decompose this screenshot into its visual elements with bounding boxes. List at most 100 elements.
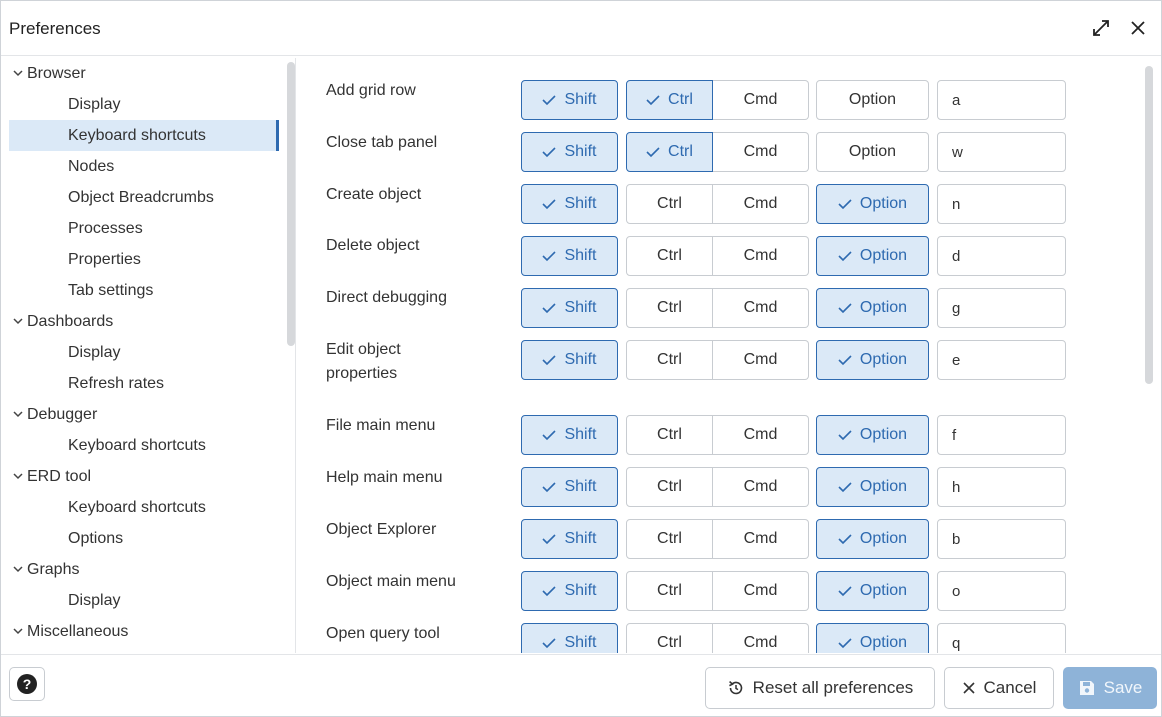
shortcut-label: Add grid row	[326, 82, 416, 99]
tree-group[interactable]: ERD tool	[9, 461, 279, 492]
reset-all-preferences-button[interactable]: Reset all preferences	[705, 667, 935, 709]
ctrl-toggle[interactable]: Ctrl	[626, 415, 713, 455]
tree-item-label: Keyboard shortcuts	[68, 498, 206, 516]
tree-item[interactable]: Keyboard shortcuts	[9, 492, 279, 523]
shortcut-key-input[interactable]: a	[937, 80, 1066, 120]
cmd-toggle[interactable]: Cmd	[713, 623, 809, 653]
save-button[interactable]: Save	[1063, 667, 1157, 709]
tree-group[interactable]: Debugger	[9, 399, 279, 430]
shift-toggle[interactable]: Shift	[521, 623, 618, 653]
shortcut-key-input[interactable]: b	[937, 519, 1066, 559]
ctrl-toggle[interactable]: Ctrl	[626, 519, 713, 559]
shift-toggle[interactable]: Shift	[521, 467, 618, 507]
tree-item[interactable]: Options	[9, 523, 279, 554]
reset-icon	[728, 681, 742, 695]
shift-toggle[interactable]: Shift	[521, 415, 618, 455]
tree-item[interactable]: Display	[9, 337, 279, 368]
ctrl-toggle[interactable]: Ctrl	[626, 467, 713, 507]
option-toggle[interactable]: Option	[816, 467, 929, 507]
tree-item[interactable]: Keyboard shortcuts	[9, 430, 279, 461]
ctrl-toggle[interactable]: Ctrl	[626, 340, 713, 380]
cancel-label: Cancel	[983, 678, 1037, 697]
tree-item[interactable]: Display	[9, 89, 279, 120]
shift-toggle[interactable]: Shift	[521, 340, 618, 380]
ctrl-toggle[interactable]: Ctrl	[626, 571, 713, 611]
shortcut-key-input[interactable]: f	[937, 415, 1066, 455]
shortcut-key-input[interactable]: q	[937, 623, 1066, 653]
shortcut-key-input[interactable]: h	[937, 467, 1066, 507]
ctrl-toggle[interactable]: Ctrl	[626, 236, 713, 276]
option-toggle[interactable]: Option	[816, 340, 929, 380]
cmd-toggle-label: Cmd	[743, 478, 778, 495]
shift-toggle[interactable]: Shift	[521, 288, 618, 328]
cancel-button[interactable]: Cancel	[944, 667, 1054, 709]
option-toggle[interactable]: Option	[816, 184, 929, 224]
option-toggle[interactable]: Option	[816, 571, 929, 611]
shift-toggle[interactable]: Shift	[521, 571, 618, 611]
cmd-toggle[interactable]: Cmd	[713, 132, 809, 172]
shortcut-row: Help main menu Shift Ctrl Cmd Option h	[301, 467, 1141, 509]
cmd-toggle[interactable]: Cmd	[713, 571, 809, 611]
tree-group[interactable]: Browser	[9, 58, 279, 89]
sidebar-scrollbar-thumb[interactable]	[287, 62, 295, 346]
option-toggle[interactable]: Option	[816, 236, 929, 276]
shift-toggle[interactable]: Shift	[521, 132, 618, 172]
tree-item[interactable]: Object Breadcrumbs	[9, 182, 279, 213]
tree-item[interactable]: Keyboard shortcuts	[9, 120, 279, 151]
cmd-toggle[interactable]: Cmd	[713, 288, 809, 328]
shortcut-key-input[interactable]: g	[937, 288, 1066, 328]
shortcut-key-input[interactable]: n	[937, 184, 1066, 224]
check-icon	[646, 147, 660, 158]
maximize-button[interactable]	[1088, 15, 1114, 41]
reset-label: Reset all preferences	[752, 678, 914, 697]
option-toggle[interactable]: Option	[816, 132, 929, 172]
ctrl-toggle[interactable]: Ctrl	[626, 288, 713, 328]
ctrl-toggle-label: Ctrl	[657, 299, 682, 316]
shift-toggle[interactable]: Shift	[521, 519, 618, 559]
shortcut-key-input[interactable]: e	[937, 340, 1066, 380]
preferences-dialog: Preferences Browser Display Keyboard short…	[0, 0, 1162, 717]
cmd-toggle[interactable]: Cmd	[713, 340, 809, 380]
shift-toggle[interactable]: Shift	[521, 184, 618, 224]
help-button[interactable]: ?	[9, 667, 45, 701]
option-toggle[interactable]: Option	[816, 415, 929, 455]
tree-item[interactable]: Properties	[9, 244, 279, 275]
cmd-toggle[interactable]: Cmd	[713, 236, 809, 276]
shortcut-key-input[interactable]: d	[937, 236, 1066, 276]
option-toggle[interactable]: Option	[816, 288, 929, 328]
check-icon	[542, 586, 557, 597]
close-button[interactable]	[1125, 15, 1151, 41]
option-toggle[interactable]: Option	[816, 519, 929, 559]
tree-group-label: ERD tool	[27, 467, 92, 485]
cmd-toggle[interactable]: Cmd	[713, 184, 809, 224]
panel-scrollbar-thumb[interactable]	[1145, 66, 1153, 384]
tree-item[interactable]: Nodes	[9, 151, 279, 182]
tree-item[interactable]: Display	[9, 585, 279, 616]
tree-list: Browser Display Keyboard shortcuts Nodes Obj…	[9, 58, 279, 647]
option-toggle-label: Option	[848, 91, 897, 108]
tree-group[interactable]: Dashboards	[9, 306, 279, 337]
cmd-toggle[interactable]: Cmd	[713, 415, 809, 455]
option-toggle[interactable]: Option	[816, 623, 929, 653]
shortcut-key-input[interactable]: w	[937, 132, 1066, 172]
shift-toggle[interactable]: Shift	[521, 236, 618, 276]
check-icon	[542, 534, 557, 545]
option-toggle[interactable]: Option	[816, 80, 929, 120]
tree-item[interactable]: Processes	[9, 213, 279, 244]
cmd-toggle[interactable]: Cmd	[713, 467, 809, 507]
tree-item[interactable]: Tab settings	[9, 275, 279, 306]
chevron-down-icon	[13, 70, 23, 77]
ctrl-toggle[interactable]: Ctrl	[626, 184, 713, 224]
cmd-toggle[interactable]: Cmd	[713, 519, 809, 559]
ctrl-toggle[interactable]: Ctrl	[626, 132, 713, 172]
save-label: Save	[1103, 678, 1143, 697]
ctrl-toggle[interactable]: Ctrl	[626, 80, 713, 120]
ctrl-toggle[interactable]: Ctrl	[626, 623, 713, 653]
tree-group[interactable]: Miscellaneous	[9, 616, 279, 647]
tree-group[interactable]: Graphs	[9, 554, 279, 585]
tree-item[interactable]: Refresh rates	[9, 368, 279, 399]
chevron-down-icon	[13, 411, 23, 418]
shift-toggle[interactable]: Shift	[521, 80, 618, 120]
cmd-toggle[interactable]: Cmd	[713, 80, 809, 120]
shortcut-key-input[interactable]: o	[937, 571, 1066, 611]
